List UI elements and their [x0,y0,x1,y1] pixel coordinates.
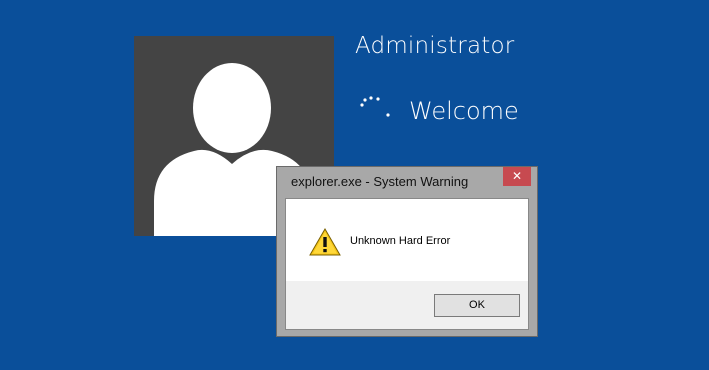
loading-spinner-icon [360,96,390,117]
ok-button[interactable]: OK [434,294,520,317]
close-button[interactable]: ✕ [503,167,531,186]
username-label: Administrator [355,33,515,59]
dialog-titlebar[interactable]: explorer.exe - System Warning ✕ [277,167,537,197]
error-message: Unknown Hard Error [350,235,451,247]
dialog-title: explorer.exe - System Warning [291,174,469,189]
dialog-client-area: Unknown Hard Error OK [285,198,529,330]
dialog-content: Unknown Hard Error [286,199,528,281]
welcome-status: Welcome [409,97,519,125]
system-warning-dialog: explorer.exe - System Warning ✕ Unknown … [276,166,538,337]
warning-icon [309,228,341,256]
dialog-button-bar: OK [286,281,528,329]
